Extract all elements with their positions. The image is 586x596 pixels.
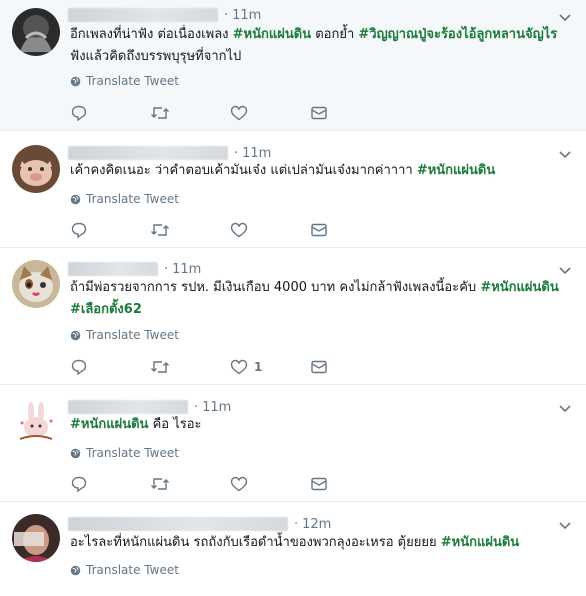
globe-icon — [70, 194, 81, 204]
like-icon[interactable] — [230, 475, 248, 493]
message-icon[interactable] — [310, 104, 328, 122]
tweet-text: #หนักแผ่นดิน คือ ไรอะ — [70, 414, 572, 436]
chevron-down-icon[interactable] — [558, 147, 572, 161]
like-icon[interactable] — [230, 358, 248, 376]
tweet-card[interactable]: · 12m อะไรละที่หนักแผ่นดิน รถถังกับเรือด… — [0, 502, 586, 596]
tweet-text: เค้าคงคิดเนอะ ว่าคำตอบเค้ามันเจ๋ง แต่เปล… — [70, 160, 572, 182]
reply-icon[interactable] — [70, 358, 88, 376]
translate-tweet-link[interactable]: Translate Tweet — [70, 446, 179, 460]
message-icon[interactable] — [310, 475, 328, 493]
translate-label: Translate Tweet — [86, 563, 179, 577]
hashtag-link[interactable]: #หนักแผ่นดิน — [480, 280, 558, 295]
globe-icon — [70, 76, 81, 86]
tweet-text-segment: อะไรละที่หนักแผ่นดิน รถถังกับเรือดำน้ำขอ… — [70, 535, 441, 550]
globe-icon — [70, 448, 81, 458]
like-icon[interactable] — [230, 104, 248, 122]
tweet-header: · 11m — [68, 260, 201, 278]
translate-label: Translate Tweet — [86, 446, 179, 460]
tweet-text-segment: เค้าคงคิดเนอะ ว่าคำตอบเค้ามันเจ๋ง แต่เปล… — [70, 163, 417, 178]
tweet-feed: · 11m อีกเพลงที่น่าฟัง ต่อเนื่องเพลง #หน… — [0, 0, 586, 596]
user-name[interactable] — [68, 146, 228, 160]
tweet-text: อะไรละที่หนักแผ่นดิน รถถังกับเรือดำน้ำขอ… — [70, 532, 572, 554]
globe-icon — [70, 330, 81, 340]
tweet-text-segment: ถ้ามีพ่อรวยจากการ รปห. มีเงินเกือบ 4000 … — [70, 280, 481, 295]
reply-icon[interactable] — [70, 104, 88, 122]
tweet-time[interactable]: 11m — [172, 262, 201, 277]
avatar[interactable] — [12, 8, 60, 56]
tweet-actions — [70, 474, 390, 494]
hashtag-link[interactable]: #วิญญาณปู่จะร้องไอ้ลูกหลานจัญไร — [358, 27, 557, 42]
tweet-time[interactable]: 11m — [202, 400, 231, 415]
tweet-header: · 11m — [68, 6, 261, 24]
hashtag-link[interactable]: #เลือกตั้ง62 — [70, 302, 142, 317]
retweet-icon[interactable] — [150, 358, 170, 376]
retweet-icon[interactable] — [150, 475, 170, 493]
like-icon[interactable] — [230, 221, 248, 239]
chevron-down-icon[interactable] — [558, 518, 572, 532]
translate-label: Translate Tweet — [86, 328, 179, 342]
tweet-time[interactable]: 12m — [302, 517, 331, 532]
avatar[interactable] — [12, 145, 60, 193]
translate-label: Translate Tweet — [86, 74, 179, 88]
translate-tweet-link[interactable]: Translate Tweet — [70, 74, 179, 88]
translate-tweet-link[interactable]: Translate Tweet — [70, 192, 179, 206]
message-icon[interactable] — [310, 221, 328, 239]
tweet-actions — [70, 220, 390, 240]
hashtag-link[interactable]: #หนักแผ่นดิน — [70, 417, 148, 432]
tweet-text-segment: อีกเพลงที่น่าฟัง ต่อเนื่องเพลง — [70, 27, 233, 42]
chevron-down-icon[interactable] — [558, 401, 572, 415]
reply-icon[interactable] — [70, 221, 88, 239]
avatar[interactable] — [12, 399, 60, 447]
retweet-icon[interactable] — [150, 104, 170, 122]
tweet-text: ถ้ามีพ่อรวยจากการ รปห. มีเงินเกือบ 4000 … — [70, 277, 572, 321]
chevron-down-icon[interactable] — [558, 10, 572, 24]
tweet-card[interactable]: · 11m #หนักแผ่นดิน คือ ไรอะ Translate Tw… — [0, 385, 586, 502]
tweet-time[interactable]: 11m — [232, 8, 261, 23]
hashtag-link[interactable]: #หนักแผ่นดิน — [233, 27, 311, 42]
tweet-card[interactable]: · 11m อีกเพลงที่น่าฟัง ต่อเนื่องเพลง #หน… — [0, 0, 586, 131]
tweet-text-segment: ตอกย้ำ — [311, 27, 359, 42]
tweet-card[interactable]: · 11m ถ้ามีพ่อรวยจากการ รปห. มีเงินเกือบ… — [0, 248, 586, 385]
tweet-text: อีกเพลงที่น่าฟัง ต่อเนื่องเพลง #หนักแผ่น… — [70, 24, 572, 68]
reply-icon[interactable] — [70, 475, 88, 493]
translate-tweet-link[interactable]: Translate Tweet — [70, 563, 179, 577]
hashtag-link[interactable]: #หนักแผ่นดิน — [417, 163, 495, 178]
retweet-icon[interactable] — [150, 221, 170, 239]
tweet-text-segment: ฟังแล้วคิดถึงบรรพบุรุษที่จากไป — [70, 49, 242, 64]
translate-tweet-link[interactable]: Translate Tweet — [70, 328, 179, 342]
user-name[interactable] — [68, 8, 218, 22]
tweet-actions: 1 — [70, 357, 390, 377]
avatar[interactable] — [12, 514, 60, 562]
avatar[interactable] — [12, 260, 60, 308]
tweet-card[interactable]: · 11m เค้าคงคิดเนอะ ว่าคำตอบเค้ามันเจ๋ง … — [0, 131, 586, 248]
user-name[interactable] — [68, 517, 288, 531]
globe-icon — [70, 565, 81, 575]
tweet-header: · 12m — [68, 515, 331, 533]
user-name[interactable] — [68, 400, 188, 414]
tweet-text-segment: คือ ไรอะ — [148, 417, 202, 432]
hashtag-link[interactable]: #หนักแผ่นดิน — [441, 535, 519, 550]
tweet-time[interactable]: 11m — [242, 146, 271, 161]
user-name[interactable] — [68, 262, 158, 276]
message-icon[interactable] — [310, 358, 328, 376]
translate-label: Translate Tweet — [86, 192, 179, 206]
like-count: 1 — [254, 360, 263, 374]
chevron-down-icon[interactable] — [558, 263, 572, 277]
tweet-actions — [70, 103, 390, 123]
